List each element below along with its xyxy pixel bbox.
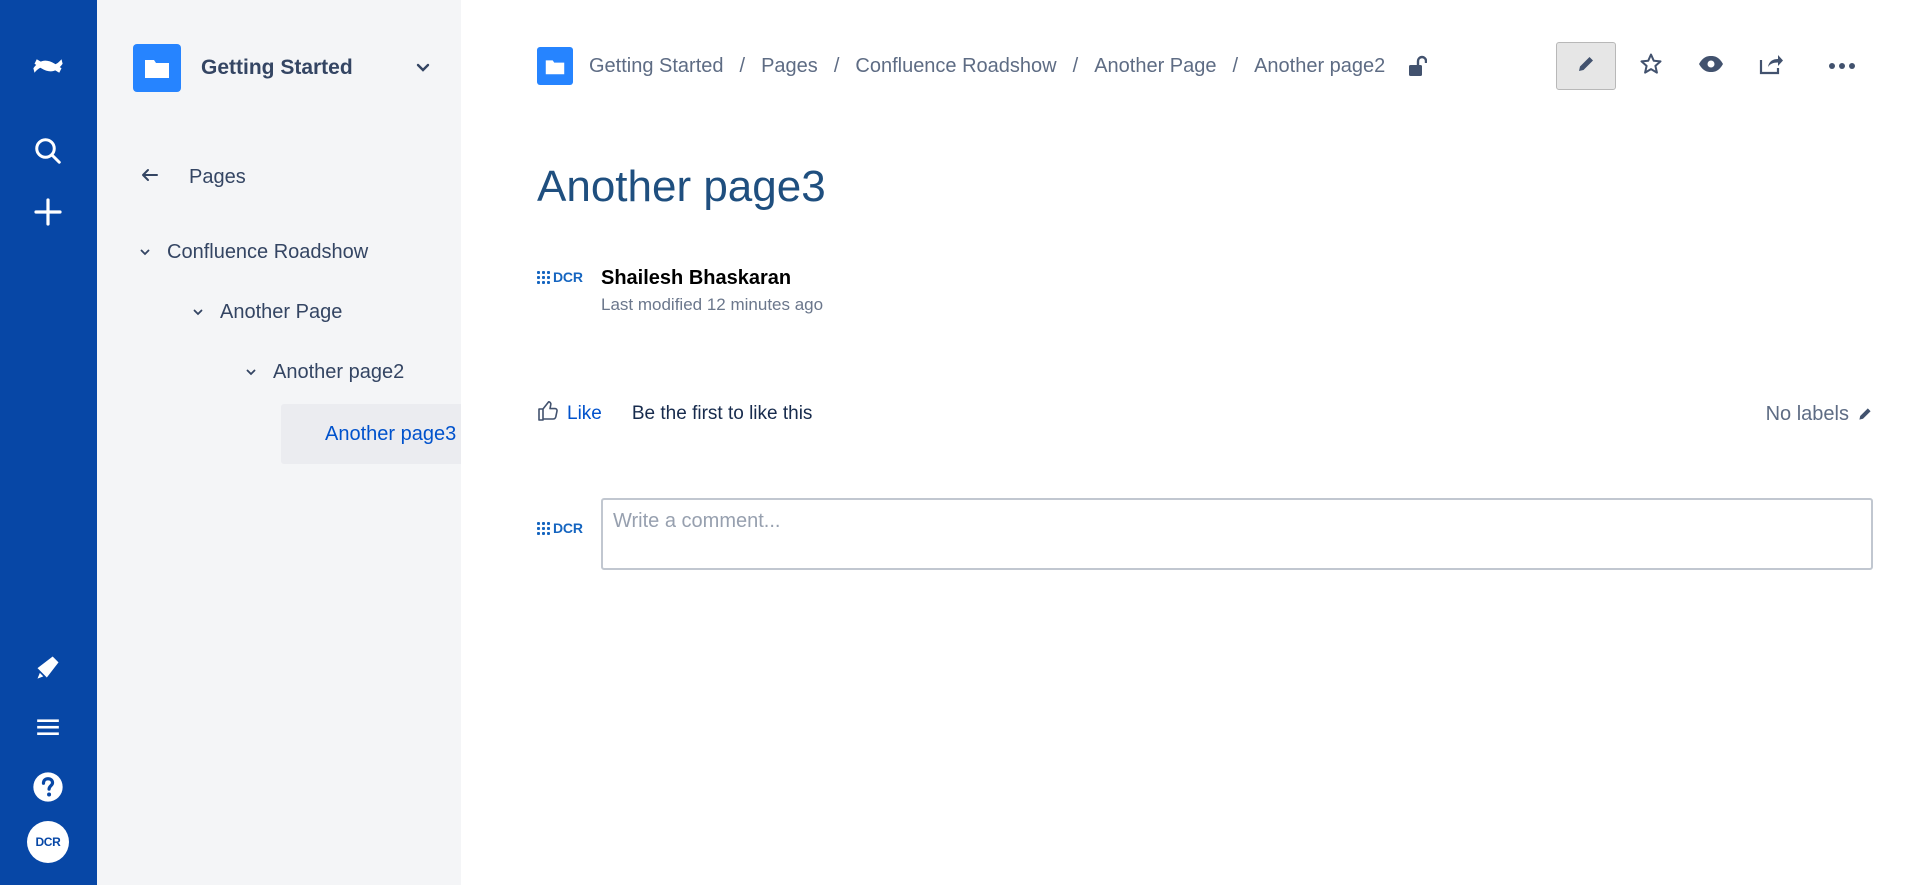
confluence-logo-icon[interactable] — [24, 42, 72, 90]
chevron-down-icon[interactable] — [243, 364, 259, 380]
tree-item-label: Another Page — [220, 300, 343, 323]
chevron-down-icon[interactable] — [413, 58, 433, 78]
menu-icon[interactable] — [24, 703, 72, 751]
page-title: Another page3 — [537, 162, 826, 211]
author-avatar[interactable]: DCR — [537, 267, 587, 287]
author-name[interactable]: Shailesh Bhaskaran — [601, 267, 823, 290]
tree-item-label: Confluence Roadshow — [167, 240, 369, 263]
more-button[interactable] — [1812, 42, 1872, 90]
back-to-pages[interactable]: Pages — [141, 160, 246, 194]
back-label: Pages — [189, 165, 246, 188]
breadcrumb-separator: / — [1072, 54, 1079, 77]
pencil-icon — [1576, 54, 1596, 79]
space-header[interactable]: Getting Started — [133, 42, 433, 94]
breadcrumb-separator: / — [739, 54, 746, 77]
main-content: Getting Started / Pages / Confluence Roa… — [461, 0, 1920, 885]
last-modified[interactable]: Last modified 12 minutes ago — [601, 295, 823, 315]
tree-item-label: Another page2 — [273, 360, 405, 383]
folder-icon — [133, 44, 181, 92]
breadcrumb-link[interactable]: Another page2 — [1254, 55, 1385, 78]
breadcrumb-separator: / — [833, 54, 840, 77]
comment-area: DCR — [537, 498, 1873, 570]
edit-button[interactable] — [1556, 42, 1616, 90]
breadcrumb-separator: / — [1232, 54, 1239, 77]
search-icon[interactable] — [24, 127, 72, 175]
megaphone-icon[interactable] — [24, 643, 72, 691]
tree-item-another-page[interactable]: Another Page — [190, 291, 342, 333]
folder-icon[interactable] — [537, 47, 573, 85]
help-icon[interactable] — [24, 763, 72, 811]
commenter-logo-text: DCR — [553, 520, 583, 536]
comment-input[interactable] — [601, 498, 1873, 570]
thumbs-up-icon — [537, 400, 559, 428]
like-button[interactable]: Like — [537, 400, 602, 428]
page-toolbar — [1556, 42, 1882, 90]
edit-labels-pencil-icon[interactable] — [1857, 406, 1873, 422]
labels-area: No labels — [1766, 403, 1873, 426]
dots-icon — [537, 270, 550, 284]
tree-item-another-page3[interactable]: Another page3 — [281, 404, 461, 464]
arrow-left-icon — [141, 168, 159, 187]
share-button[interactable] — [1746, 42, 1796, 90]
like-bar: Like Be the first to like this No labels — [537, 398, 1873, 430]
breadcrumb-link[interactable]: Getting Started — [589, 55, 724, 78]
share-icon — [1758, 52, 1784, 81]
space-name: Getting Started — [201, 56, 353, 79]
star-icon — [1639, 52, 1663, 81]
plus-icon[interactable] — [24, 188, 72, 236]
tree-item-confluence-roadshow[interactable]: Confluence Roadshow — [137, 231, 368, 273]
commenter-avatar: DCR — [537, 518, 587, 538]
eye-icon — [1698, 54, 1724, 79]
chevron-down-icon[interactable] — [137, 244, 153, 260]
tree-item-another-page2[interactable]: Another page2 — [243, 351, 404, 393]
sidebar: Getting Started Pages Confluence Roadsho… — [97, 0, 461, 885]
page-byline: DCR Shailesh Bhaskaran Last modified 12 … — [537, 267, 823, 315]
star-button[interactable] — [1626, 42, 1676, 90]
like-summary: Be the first to like this — [631, 403, 813, 424]
watch-button[interactable] — [1686, 42, 1736, 90]
unlock-icon[interactable] — [1407, 55, 1428, 77]
global-nav: DCR — [0, 0, 97, 885]
breadcrumb-link[interactable]: Another Page — [1094, 55, 1216, 78]
author-logo-text: DCR — [553, 269, 583, 285]
chevron-down-icon[interactable] — [190, 304, 206, 320]
breadcrumb: Getting Started / Pages / Confluence Roa… — [537, 46, 1428, 86]
breadcrumb-link[interactable]: Pages — [761, 55, 818, 78]
like-label: Like — [567, 403, 602, 424]
labels-text: No labels — [1765, 402, 1849, 425]
more-icon — [1828, 57, 1856, 75]
avatar[interactable]: DCR — [27, 821, 69, 863]
dots-icon — [537, 521, 550, 535]
breadcrumb-link[interactable]: Confluence Roadshow — [855, 55, 1056, 78]
